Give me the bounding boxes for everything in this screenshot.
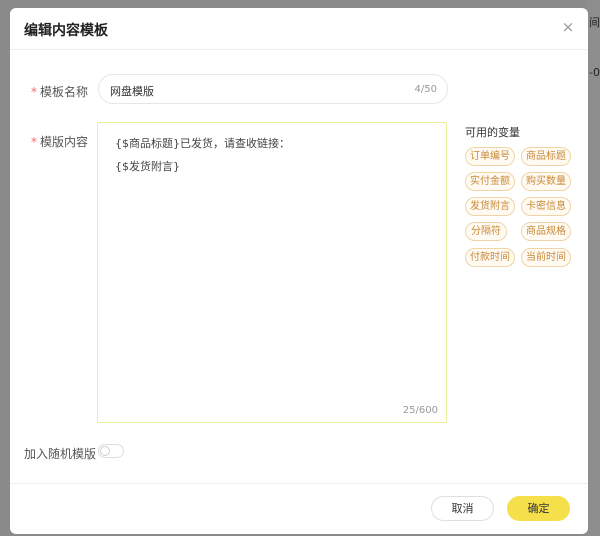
template-name-label: * 模板名称 <box>30 85 88 99</box>
required-mark: * <box>30 135 37 149</box>
toggle-knob <box>100 446 110 456</box>
dialog-footer: 取消 确定 <box>10 483 588 534</box>
variable-chip-current-time[interactable]: 当前时间 <box>521 248 571 267</box>
template-content-label: * 模版内容 <box>30 135 88 149</box>
variable-chip-delivery-note[interactable]: 发货附言 <box>465 197 515 216</box>
dialog-header: 编辑内容模板 × <box>10 8 588 50</box>
template-name-input[interactable]: 网盘模版 4/50 <box>98 74 448 104</box>
background-text: 间 <box>589 16 600 29</box>
template-content-textarea[interactable]: {$商品标题}已发货，请查收链接： {$发货附言} 25/600 <box>97 122 447 423</box>
confirm-button[interactable]: 确定 <box>507 496 570 521</box>
variable-chip-product-title[interactable]: 商品标题 <box>521 147 571 166</box>
content-line: {$商品标题}已发货，请查收链接： <box>115 137 290 150</box>
variable-chip-quantity[interactable]: 购买数量 <box>521 172 571 191</box>
close-icon[interactable]: × <box>560 19 576 35</box>
variable-chip-payment-time[interactable]: 付款时间 <box>465 248 515 267</box>
content-line: {$发货附言} <box>115 160 180 173</box>
variable-chip-card-info[interactable]: 卡密信息 <box>521 197 571 216</box>
cancel-button[interactable]: 取消 <box>431 496 494 521</box>
variables-title: 可用的变量 <box>465 126 520 139</box>
variable-chip-product-spec[interactable]: 商品规格 <box>521 222 571 241</box>
template-name-value: 网盘模版 <box>110 85 154 98</box>
random-template-toggle[interactable] <box>98 444 124 458</box>
variable-chip-paid-amount[interactable]: 实付金额 <box>465 172 515 191</box>
random-template-label: 加入随机模版 <box>24 447 97 461</box>
template-content-count: 25/600 <box>402 405 438 416</box>
variable-chip-order-number[interactable]: 订单编号 <box>465 147 515 166</box>
backdrop <box>586 0 600 536</box>
edit-template-dialog: 编辑内容模板 × * 模板名称 网盘模版 4/50 * 模版内容 {$商品标题}已发… <box>10 8 588 534</box>
required-mark: * <box>30 85 37 99</box>
template-name-count: 4/50 <box>414 84 437 95</box>
dialog-title: 编辑内容模板 <box>24 23 108 39</box>
variable-chip-separator[interactable]: 分隔符 <box>465 222 507 241</box>
